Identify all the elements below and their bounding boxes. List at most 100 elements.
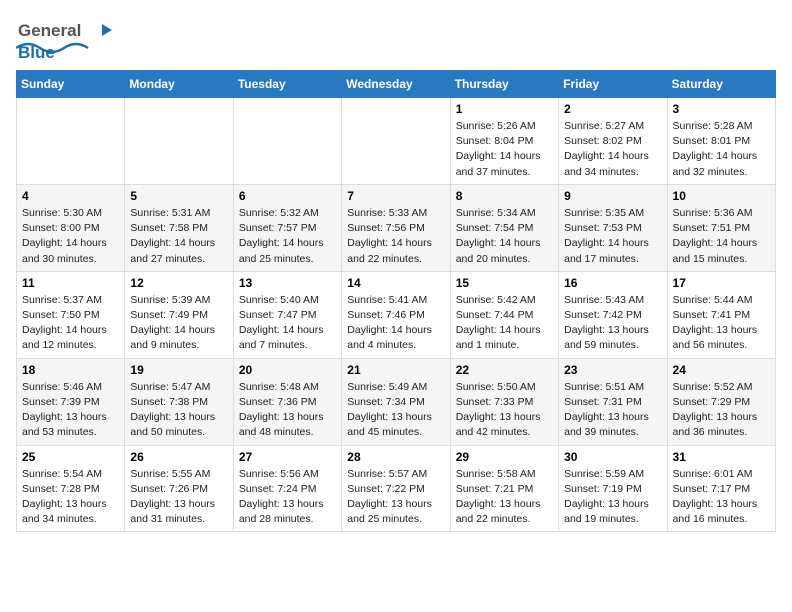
day-number: 9 xyxy=(564,189,661,203)
day-info: Sunrise: 5:39 AM Sunset: 7:49 PM Dayligh… xyxy=(130,293,227,354)
calendar-cell: 4Sunrise: 5:30 AM Sunset: 8:00 PM Daylig… xyxy=(17,184,125,271)
svg-text:Blue: Blue xyxy=(18,43,55,60)
day-info: Sunrise: 5:58 AM Sunset: 7:21 PM Dayligh… xyxy=(456,467,553,528)
calendar-cell: 23 Sunrise: 5:51 AM Sunset: 7:31 PM Dayli… xyxy=(559,358,667,445)
day-info: Sunrise: 5:43 AM Sunset: 7:42 PM Dayligh… xyxy=(564,293,661,354)
calendar-cell: 24 Sunrise: 5:52 AM Sunset: 7:29 PM Dayli… xyxy=(667,358,775,445)
day-info: Sunrise: 5:47 AM Sunset: 7:38 PM Dayligh… xyxy=(130,380,227,441)
weekday-header-row: SundayMondayTuesdayWednesdayThursdayFrid… xyxy=(17,71,776,98)
weekday-tuesday: Tuesday xyxy=(233,71,341,98)
day-info: Sunrise: 5:46 AM Sunset: 7:39 PM Dayligh… xyxy=(22,380,119,441)
calendar-cell: 14 Sunrise: 5:41 AM Sunset: 7:46 PM Dayli… xyxy=(342,271,450,358)
calendar-cell xyxy=(233,98,341,185)
day-number: 2 xyxy=(564,102,661,116)
weekday-sunday: Sunday xyxy=(17,71,125,98)
calendar-cell: 27 Sunrise: 5:56 AM Sunset: 7:24 PM Dayli… xyxy=(233,445,341,532)
day-number: 31 xyxy=(673,450,770,464)
week-row-2: 4Sunrise: 5:30 AM Sunset: 8:00 PM Daylig… xyxy=(17,184,776,271)
day-info: Sunrise: 5:59 AM Sunset: 7:19 PM Dayligh… xyxy=(564,467,661,528)
calendar-cell: 8 Sunrise: 5:34 AM Sunset: 7:54 PM Daylig… xyxy=(450,184,558,271)
calendar-cell: 10 Sunrise: 5:36 AM Sunset: 7:51 PM Dayli… xyxy=(667,184,775,271)
week-row-4: 18 Sunrise: 5:46 AM Sunset: 7:39 PM Dayli… xyxy=(17,358,776,445)
day-info: Sunrise: 5:30 AM Sunset: 8:00 PM Dayligh… xyxy=(22,206,119,267)
day-number: 18 xyxy=(22,363,119,377)
calendar-cell: 18 Sunrise: 5:46 AM Sunset: 7:39 PM Dayli… xyxy=(17,358,125,445)
day-number: 23 xyxy=(564,363,661,377)
day-number: 5 xyxy=(130,189,227,203)
day-info: Sunrise: 5:32 AM Sunset: 7:57 PM Dayligh… xyxy=(239,206,336,267)
day-info: Sunrise: 5:52 AM Sunset: 7:29 PM Dayligh… xyxy=(673,380,770,441)
day-info: Sunrise: 5:42 AM Sunset: 7:44 PM Dayligh… xyxy=(456,293,553,354)
day-info: Sunrise: 5:49 AM Sunset: 7:34 PM Dayligh… xyxy=(347,380,444,441)
day-number: 30 xyxy=(564,450,661,464)
day-number: 17 xyxy=(673,276,770,290)
calendar-cell: 9 Sunrise: 5:35 AM Sunset: 7:53 PM Daylig… xyxy=(559,184,667,271)
calendar-cell: 22Sunrise: 5:50 AM Sunset: 7:33 PM Dayli… xyxy=(450,358,558,445)
calendar-cell: 15Sunrise: 5:42 AM Sunset: 7:44 PM Dayli… xyxy=(450,271,558,358)
day-number: 10 xyxy=(673,189,770,203)
calendar-cell: 17 Sunrise: 5:44 AM Sunset: 7:41 PM Dayli… xyxy=(667,271,775,358)
week-row-1: 1 Sunrise: 5:26 AM Sunset: 8:04 PM Daylig… xyxy=(17,98,776,185)
calendar-cell xyxy=(342,98,450,185)
calendar-table: SundayMondayTuesdayWednesdayThursdayFrid… xyxy=(16,70,776,532)
day-info: Sunrise: 6:01 AM Sunset: 7:17 PM Dayligh… xyxy=(673,467,770,528)
logo-svg: General Blue xyxy=(16,16,126,60)
day-info: Sunrise: 5:33 AM Sunset: 7:56 PM Dayligh… xyxy=(347,206,444,267)
day-info: Sunrise: 5:35 AM Sunset: 7:53 PM Dayligh… xyxy=(564,206,661,267)
calendar-cell: 19 Sunrise: 5:47 AM Sunset: 7:38 PM Dayli… xyxy=(125,358,233,445)
calendar-cell xyxy=(125,98,233,185)
week-row-3: 11Sunrise: 5:37 AM Sunset: 7:50 PM Dayli… xyxy=(17,271,776,358)
day-info: Sunrise: 5:48 AM Sunset: 7:36 PM Dayligh… xyxy=(239,380,336,441)
weekday-wednesday: Wednesday xyxy=(342,71,450,98)
day-number: 19 xyxy=(130,363,227,377)
day-info: Sunrise: 5:55 AM Sunset: 7:26 PM Dayligh… xyxy=(130,467,227,528)
day-info: Sunrise: 5:37 AM Sunset: 7:50 PM Dayligh… xyxy=(22,293,119,354)
weekday-friday: Friday xyxy=(559,71,667,98)
day-info: Sunrise: 5:36 AM Sunset: 7:51 PM Dayligh… xyxy=(673,206,770,267)
weekday-monday: Monday xyxy=(125,71,233,98)
calendar-cell: 26 Sunrise: 5:55 AM Sunset: 7:26 PM Dayli… xyxy=(125,445,233,532)
calendar-cell: 11Sunrise: 5:37 AM Sunset: 7:50 PM Dayli… xyxy=(17,271,125,358)
week-row-5: 25 Sunrise: 5:54 AM Sunset: 7:28 PM Dayli… xyxy=(17,445,776,532)
day-number: 8 xyxy=(456,189,553,203)
day-number: 14 xyxy=(347,276,444,290)
day-info: Sunrise: 5:56 AM Sunset: 7:24 PM Dayligh… xyxy=(239,467,336,528)
day-info: Sunrise: 5:41 AM Sunset: 7:46 PM Dayligh… xyxy=(347,293,444,354)
day-number: 26 xyxy=(130,450,227,464)
day-info: Sunrise: 5:54 AM Sunset: 7:28 PM Dayligh… xyxy=(22,467,119,528)
day-number: 3 xyxy=(673,102,770,116)
calendar-cell: 1 Sunrise: 5:26 AM Sunset: 8:04 PM Daylig… xyxy=(450,98,558,185)
calendar-cell: 25 Sunrise: 5:54 AM Sunset: 7:28 PM Dayli… xyxy=(17,445,125,532)
weekday-saturday: Saturday xyxy=(667,71,775,98)
day-number: 27 xyxy=(239,450,336,464)
day-number: 25 xyxy=(22,450,119,464)
day-info: Sunrise: 5:26 AM Sunset: 8:04 PM Dayligh… xyxy=(456,119,553,180)
day-number: 1 xyxy=(456,102,553,116)
calendar-cell: 7Sunrise: 5:33 AM Sunset: 7:56 PM Daylig… xyxy=(342,184,450,271)
day-info: Sunrise: 5:31 AM Sunset: 7:58 PM Dayligh… xyxy=(130,206,227,267)
day-info: Sunrise: 5:44 AM Sunset: 7:41 PM Dayligh… xyxy=(673,293,770,354)
calendar-cell: 2Sunrise: 5:27 AM Sunset: 8:02 PM Daylig… xyxy=(559,98,667,185)
day-info: Sunrise: 5:51 AM Sunset: 7:31 PM Dayligh… xyxy=(564,380,661,441)
day-number: 13 xyxy=(239,276,336,290)
day-number: 21 xyxy=(347,363,444,377)
calendar-cell: 6Sunrise: 5:32 AM Sunset: 7:57 PM Daylig… xyxy=(233,184,341,271)
calendar-cell: 13 Sunrise: 5:40 AM Sunset: 7:47 PM Dayli… xyxy=(233,271,341,358)
calendar-cell: 20Sunrise: 5:48 AM Sunset: 7:36 PM Dayli… xyxy=(233,358,341,445)
calendar-cell: 31 Sunrise: 6:01 AM Sunset: 7:17 PM Dayli… xyxy=(667,445,775,532)
day-info: Sunrise: 5:34 AM Sunset: 7:54 PM Dayligh… xyxy=(456,206,553,267)
calendar-cell: 28 Sunrise: 5:57 AM Sunset: 7:22 PM Dayli… xyxy=(342,445,450,532)
page-header: General Blue xyxy=(16,16,776,60)
day-number: 12 xyxy=(130,276,227,290)
day-number: 22 xyxy=(456,363,553,377)
day-number: 28 xyxy=(347,450,444,464)
day-info: Sunrise: 5:40 AM Sunset: 7:47 PM Dayligh… xyxy=(239,293,336,354)
day-number: 24 xyxy=(673,363,770,377)
calendar-cell: 29Sunrise: 5:58 AM Sunset: 7:21 PM Dayli… xyxy=(450,445,558,532)
calendar-cell: 30 Sunrise: 5:59 AM Sunset: 7:19 PM Dayli… xyxy=(559,445,667,532)
day-info: Sunrise: 5:28 AM Sunset: 8:01 PM Dayligh… xyxy=(673,119,770,180)
calendar-cell: 16Sunrise: 5:43 AM Sunset: 7:42 PM Dayli… xyxy=(559,271,667,358)
calendar-cell: 12 Sunrise: 5:39 AM Sunset: 7:49 PM Dayli… xyxy=(125,271,233,358)
day-info: Sunrise: 5:57 AM Sunset: 7:22 PM Dayligh… xyxy=(347,467,444,528)
svg-text:General: General xyxy=(18,21,81,40)
